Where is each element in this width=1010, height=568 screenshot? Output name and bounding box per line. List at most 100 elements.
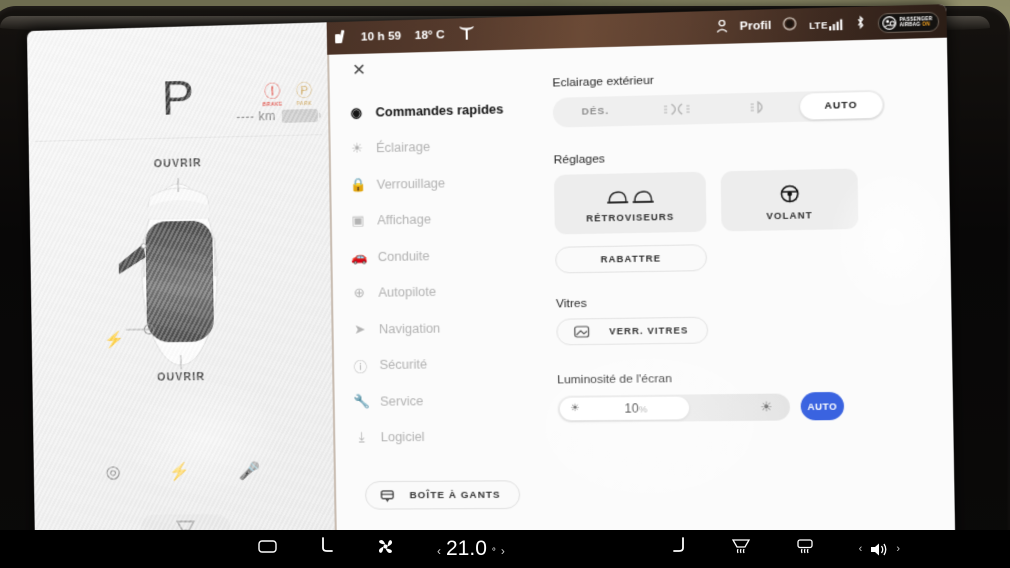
panel-divider [34,134,323,142]
lte-indicator: LTE [809,18,843,31]
close-icon[interactable]: ✕ [352,60,366,81]
settings-content: Eclairage extérieur DÉS. AUTO Réglages R… [552,67,933,422]
charging-icon[interactable]: ⚡ [169,462,191,482]
vehicle-quick-icons: ◎ ⚡ 🎤 [34,461,334,483]
mirrors-icon [602,188,657,206]
parking-lights-icon [663,103,691,116]
clock: 10 h 59 [360,30,402,44]
steering-wheel-label: VOLANT [766,209,813,221]
brake-warning-label: BRAKE [262,101,283,109]
fold-mirrors-button[interactable]: RABATTRE [555,244,708,274]
microphone-icon[interactable]: 🎤 [238,461,260,481]
headlights-icon [748,101,770,114]
sidebar-item-navigation[interactable]: ➤ Navigation [352,309,540,348]
sidebar-item-eclairage[interactable]: ☀ Éclairage [349,127,537,168]
rear-defrost-icon[interactable] [795,538,815,560]
sidebar-item-commandes-rapides[interactable]: ◉ Commandes rapides [348,90,536,131]
volume-down-arrow[interactable]: ‹ [859,543,863,555]
sidebar-label: Navigation [378,321,441,337]
trunk-open-label[interactable]: OUVRIR [32,370,332,385]
fold-label: RABATTRE [600,253,662,265]
warning-indicators: Ⓘ BRAKE Ⓟ PARK [261,83,316,109]
window-lock-button[interactable]: VERR. VITRES [556,316,709,346]
sidebar-item-verrouillage[interactable]: 🔒 Verrouillage [350,163,538,203]
steering-wheel-card[interactable]: VOLANT [720,168,859,232]
wrench-icon: 🔧 [353,393,371,409]
fan-icon[interactable] [376,537,395,561]
reglages-cards: RÉTROVISEURS VOLANT [553,167,930,235]
sidebar-item-conduite[interactable]: 🚗 Conduite [351,236,539,275]
degree-symbol: ° [491,547,496,558]
media-icon[interactable] [258,539,277,559]
lighting-option-headlights[interactable] [717,94,800,122]
safety-icon: ⓘ [353,358,368,375]
airbag-icon [882,16,896,30]
window-lock-label: VERR. VITRES [609,325,689,337]
settings-nav: ◉ Commandes rapides ☀ Éclairage 🔒 Verrou… [348,90,541,456]
lighting-option-off[interactable]: DÉS. [555,98,636,126]
car-top-view[interactable] [117,177,242,370]
brightness-slider[interactable]: ☀ 10% ☀ [557,392,791,422]
sidebar-label: Sécurité [379,357,428,373]
passenger-airbag-badge: PASSENGER AIRBAG ON [877,11,940,33]
climate-right-controls: ‹ › [672,537,1010,561]
seatbelt-icon [335,29,348,47]
frunk-open-label[interactable]: OUVRIR [29,154,329,173]
front-defrost-icon[interactable] [731,538,751,560]
sidebar-label: Autopilote [378,284,437,301]
car-icon: 🚗 [350,248,368,265]
steering-wheel-icon [779,184,799,203]
airbag-text: PASSENGER AIRBAG ON [899,16,932,28]
vitres-title: Vitres [555,297,587,311]
temp-decrease-arrow[interactable]: ‹ [437,544,441,558]
exterior-lighting-segmented-control[interactable]: DÉS. AUTO [552,89,885,128]
volume-icon[interactable] [869,541,889,558]
climate-left-controls: ‹ 21.0 ° › [0,537,505,561]
sidebar-label: Logiciel [380,430,425,445]
lighting-option-parking[interactable] [636,96,718,124]
glovebox-label: BOÎTE À GANTS [409,489,501,501]
sidebar-item-securite[interactable]: ⓘ Sécurité [352,345,540,383]
brightness-slider-fill: ☀ 10% [559,396,690,420]
sidebar-label: Conduite [377,248,430,264]
gear-indicator: P [161,71,195,126]
mirrors-card[interactable]: RÉTROVISEURS [553,171,707,235]
seat-right-icon[interactable] [672,537,687,561]
sidebar-label: Affichage [377,212,432,228]
sidebar-label: Service [380,393,424,409]
quick-controls-icon: ◉ [350,104,363,120]
tesla-touchscreen: P Ⓘ BRAKE Ⓟ PARK ---- km OUVRIR ⚡ OUVRIR… [26,4,956,550]
brightness-auto-button[interactable]: AUTO [800,391,845,421]
temp-increase-arrow[interactable]: › [501,544,505,558]
brightness-value: 10% [624,400,648,416]
dashcam-icon[interactable]: ◎ [106,462,121,482]
sun-small-icon: ☀ [570,402,580,415]
bluetooth-icon[interactable] [855,14,866,32]
person-icon[interactable] [716,19,728,35]
range-battery-row: ---- km [236,108,318,124]
brake-warning-icon: Ⓘ BRAKE [261,83,284,109]
seat-left-icon[interactable] [319,537,334,561]
sidebar-label: Commandes rapides [375,101,504,120]
status-bar-left: 10 h 59 18° C [327,25,475,49]
sidebar-item-affichage[interactable]: ▣ Affichage [350,199,538,239]
volume-up-arrow[interactable]: › [896,543,900,555]
settings-panel: ✕ ◉ Commandes rapides ☀ Éclairage 🔒 Verr… [326,4,956,549]
glovebox-button[interactable]: BOÎTE À GANTS [364,480,521,510]
car-illustration-svg [117,177,242,370]
reglages-title: Réglages [553,153,606,167]
vehicle-panel: P Ⓘ BRAKE Ⓟ PARK ---- km OUVRIR ⚡ OUVRIR… [26,22,335,550]
lock-icon: 🔒 [349,176,367,193]
volume-control[interactable]: ‹ › [859,541,900,558]
glovebox-icon [379,488,395,503]
profile-label[interactable]: Profil [740,20,772,33]
exterior-lighting-title: Eclairage extérieur [552,74,654,90]
lighting-option-auto[interactable]: AUTO [799,91,883,120]
temperature-control[interactable]: ‹ 21.0 ° › [437,537,505,561]
sidebar-item-autopilote[interactable]: ⊕ Autopilote [351,272,539,311]
dashcam-record-icon[interactable] [783,17,797,34]
sidebar-item-logiciel[interactable]: ⤓ Logiciel [354,418,542,456]
download-icon: ⤓ [358,429,365,445]
steering-wheel-icon: ⊕ [353,284,366,301]
sidebar-item-service[interactable]: 🔧 Service [353,382,541,420]
